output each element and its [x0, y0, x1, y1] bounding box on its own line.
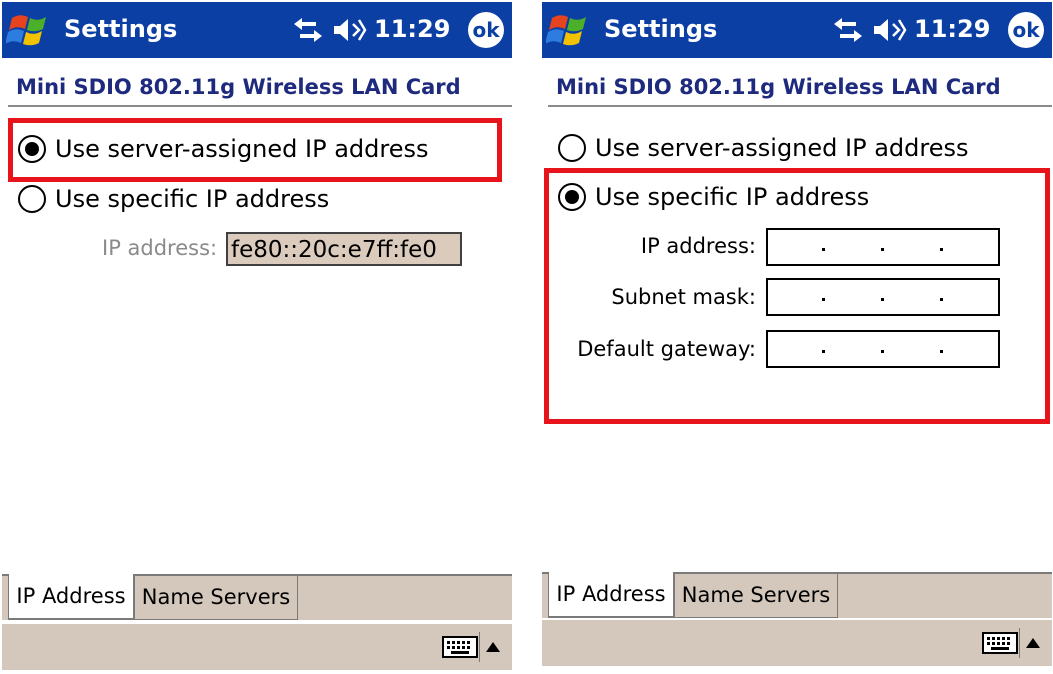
speaker-volume-icon[interactable]: [332, 16, 368, 44]
heading-divider: [8, 105, 512, 107]
keyboard-icon[interactable]: [442, 634, 478, 660]
tab-ip-address[interactable]: IP Address: [8, 574, 134, 620]
windows-flag-icon[interactable]: [6, 8, 56, 52]
ip-address-label: IP address:: [102, 236, 218, 260]
highlight-box: [8, 118, 502, 182]
radio-button[interactable]: [18, 185, 46, 213]
menu-bar: [2, 622, 512, 670]
page-heading: Mini SDIO 802.11g Wireless LAN Card: [16, 75, 461, 99]
right-screen: Settings 11:29 ok Mini SDIO 802.11g Wire…: [542, 2, 1052, 672]
ok-button[interactable]: ok: [468, 12, 504, 48]
clock[interactable]: 11:29: [374, 15, 450, 43]
up-arrow-icon[interactable]: [1019, 628, 1046, 658]
app-title[interactable]: Settings: [604, 15, 717, 43]
title-bar: Settings 11:29 ok: [542, 2, 1052, 58]
tab-bar: IP Address Name Servers: [2, 574, 512, 620]
menu-bar: [542, 618, 1052, 666]
radio-button[interactable]: [558, 134, 586, 162]
connectivity-arrows-icon[interactable]: [292, 16, 324, 44]
option-label[interactable]: Use server-assigned IP address: [595, 134, 969, 162]
ok-button[interactable]: ok: [1008, 12, 1044, 48]
speaker-volume-icon[interactable]: [872, 16, 908, 44]
title-bar: Settings 11:29 ok: [2, 2, 512, 58]
tab-bar: IP Address Name Servers: [542, 572, 1052, 618]
up-arrow-icon[interactable]: [479, 632, 506, 662]
windows-flag-icon[interactable]: [546, 8, 596, 52]
server-assigned-ip-option[interactable]: Use server-assigned IP address: [558, 131, 969, 165]
highlight-box: [544, 168, 1050, 424]
page-heading: Mini SDIO 802.11g Wireless LAN Card: [556, 75, 1001, 99]
tab-ip-address[interactable]: IP Address: [548, 572, 674, 618]
left-screen: Settings 11:29 ok Mini SDIO 802.11g Wire…: [2, 2, 512, 672]
app-title[interactable]: Settings: [64, 15, 177, 43]
option-label[interactable]: Use specific IP address: [55, 185, 329, 213]
ip-address-field: fe80::20c:e7ff:fe0: [226, 232, 462, 266]
heading-divider: [548, 105, 1052, 107]
tab-name-servers[interactable]: Name Servers: [134, 574, 298, 620]
clock[interactable]: 11:29: [914, 15, 990, 43]
connectivity-arrows-icon[interactable]: [832, 16, 864, 44]
specific-ip-option[interactable]: Use specific IP address: [18, 182, 329, 216]
tab-name-servers[interactable]: Name Servers: [674, 572, 838, 618]
keyboard-icon[interactable]: [982, 630, 1018, 656]
